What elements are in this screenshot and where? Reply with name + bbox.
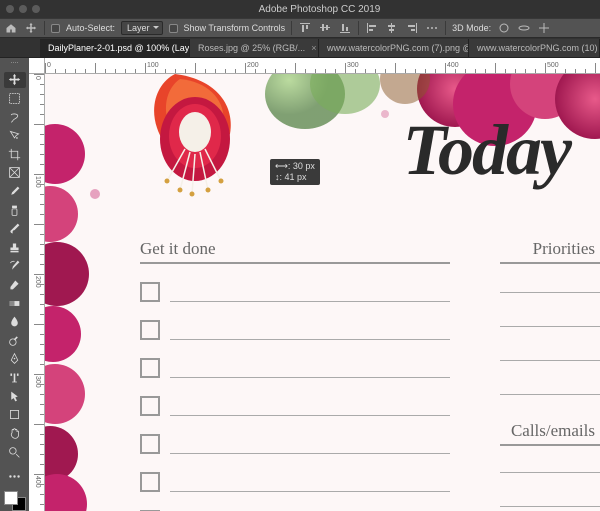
- task-line: [170, 339, 450, 340]
- brush-tool[interactable]: [4, 220, 26, 237]
- align-right-icon[interactable]: [405, 21, 419, 35]
- 3d-roll-icon[interactable]: [517, 21, 531, 35]
- task-line: [170, 301, 450, 302]
- show-transform-checkbox[interactable]: [169, 24, 178, 33]
- tab-roses[interactable]: Roses.jpg @ 25% (RGB/...×: [190, 39, 319, 57]
- task-row: [140, 434, 450, 454]
- priority-line: [500, 360, 600, 361]
- panel-grip-icon[interactable]: [6, 62, 24, 68]
- priority-line: [500, 292, 600, 293]
- checkbox-icon: [140, 358, 160, 378]
- tools-panel: [0, 58, 29, 511]
- color-swatches[interactable]: [4, 491, 26, 511]
- auto-select-checkbox[interactable]: [51, 24, 60, 33]
- options-bar: Auto-Select: Layer Show Transform Contro…: [0, 18, 600, 38]
- task-line: [170, 377, 450, 378]
- marquee-tool[interactable]: [4, 90, 26, 107]
- type-tool[interactable]: [4, 369, 26, 386]
- dodge-tool[interactable]: [4, 332, 26, 349]
- document-canvas[interactable]: Today Get it done Priorities Calls/email…: [45, 74, 600, 511]
- close-icon[interactable]: ×: [311, 43, 316, 53]
- align-top-icon[interactable]: [298, 21, 312, 35]
- task-line: [170, 491, 450, 492]
- align-hcenter-icon[interactable]: [385, 21, 399, 35]
- zoom-tool[interactable]: [4, 444, 26, 461]
- divider: [500, 444, 600, 446]
- checkbox-icon: [140, 434, 160, 454]
- frame-tool[interactable]: [4, 165, 26, 182]
- window-titlebar: Adobe Photoshop CC 2019: [0, 0, 600, 18]
- checkbox-icon: [140, 282, 160, 302]
- task-line: [170, 415, 450, 416]
- align-left-icon[interactable]: [365, 21, 379, 35]
- zoom-window-dot[interactable]: [32, 5, 40, 13]
- section-getitdone: Get it done: [140, 239, 216, 259]
- align-bottom-icon[interactable]: [338, 21, 352, 35]
- fg-swatch[interactable]: [4, 491, 18, 505]
- move-tool-preset-icon[interactable]: [24, 21, 38, 35]
- 3d-pan-icon[interactable]: [537, 21, 551, 35]
- title-today: Today: [403, 109, 570, 192]
- planner-content: Today Get it done Priorities Calls/email…: [45, 74, 600, 511]
- transform-tooltip: ⟷: 30 px ↕: 41 px: [270, 159, 320, 185]
- task-row: [140, 358, 450, 378]
- task-row: [140, 320, 450, 340]
- divider: [500, 262, 600, 264]
- task-row: [140, 396, 450, 416]
- edit-toolbar-icon[interactable]: [4, 468, 26, 485]
- 3d-mode-label: 3D Mode:: [452, 23, 491, 33]
- tab-watercolor10[interactable]: www.watercolorPNG.com (10): [469, 39, 600, 57]
- task-row: [140, 282, 450, 302]
- auto-select-label: Auto-Select:: [66, 23, 115, 33]
- ruler-horizontal[interactable]: 0100200300400500: [45, 58, 600, 74]
- shape-tool[interactable]: [4, 407, 26, 424]
- ruler-origin[interactable]: [29, 58, 45, 74]
- tab-watercolor7[interactable]: www.watercolorPNG.com (7).png @ 25% (Lay…: [319, 39, 469, 57]
- lasso-tool[interactable]: [4, 109, 26, 126]
- home-icon[interactable]: [4, 21, 18, 35]
- close-window-dot[interactable]: [6, 5, 14, 13]
- document-tabs: DailyPlaner-2-01.psd @ 100% (Layer 3, RG…: [0, 38, 600, 58]
- section-calls: Calls/emails: [511, 421, 595, 441]
- calls-line: [500, 472, 600, 473]
- app-title: Adobe Photoshop CC 2019: [45, 4, 594, 15]
- priority-line: [500, 326, 600, 327]
- 3d-orbit-icon[interactable]: [497, 21, 511, 35]
- task-line: [170, 453, 450, 454]
- history-brush-tool[interactable]: [4, 258, 26, 275]
- show-transform-label: Show Transform Controls: [184, 23, 286, 33]
- move-tool[interactable]: [4, 72, 26, 89]
- checkbox-icon: [140, 472, 160, 492]
- ruler-vertical[interactable]: 0100200300400: [29, 74, 45, 511]
- checkbox-icon: [140, 320, 160, 340]
- traffic-lights[interactable]: [6, 5, 40, 13]
- divider: [140, 262, 450, 264]
- more-align-icon[interactable]: [425, 21, 439, 35]
- quick-select-tool[interactable]: [4, 127, 26, 144]
- section-priorities: Priorities: [533, 239, 595, 259]
- calls-line: [500, 506, 600, 507]
- hand-tool[interactable]: [4, 425, 26, 442]
- gradient-tool[interactable]: [4, 295, 26, 312]
- tab-dailyplanner[interactable]: DailyPlaner-2-01.psd @ 100% (Layer 3, RG…: [40, 39, 190, 57]
- checkbox-icon: [140, 396, 160, 416]
- minimize-window-dot[interactable]: [19, 5, 27, 13]
- stamp-tool[interactable]: [4, 239, 26, 256]
- healing-tool[interactable]: [4, 202, 26, 219]
- eyedropper-tool[interactable]: [4, 183, 26, 200]
- blur-tool[interactable]: [4, 313, 26, 330]
- pen-tool[interactable]: [4, 351, 26, 368]
- canvas-wrapper: 0100200300400500 0100200300400: [29, 58, 600, 511]
- align-vcenter-icon[interactable]: [318, 21, 332, 35]
- task-row: [140, 472, 450, 492]
- priority-line: [500, 394, 600, 395]
- auto-select-dropdown[interactable]: Layer: [121, 21, 163, 35]
- crop-tool[interactable]: [4, 146, 26, 163]
- eraser-tool[interactable]: [4, 276, 26, 293]
- path-select-tool[interactable]: [4, 388, 26, 405]
